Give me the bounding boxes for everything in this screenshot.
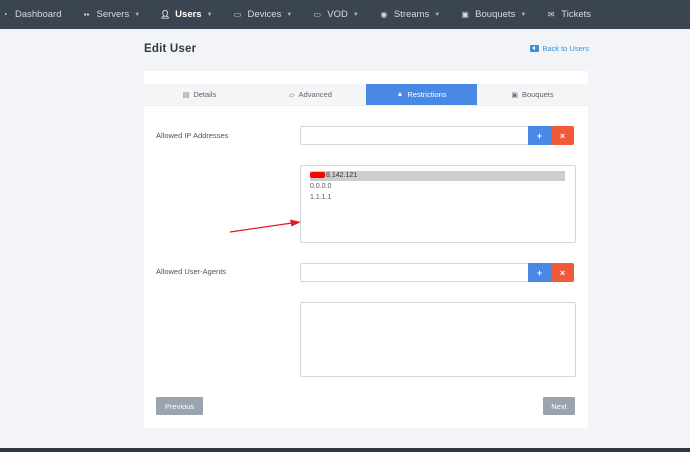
allowed-ip-input[interactable] (300, 126, 529, 145)
top-navbar: ◔ Dashboard ▪▪ Servers ▼ 👤︎ Users ▼ ▭ De… (0, 0, 690, 29)
allowed-user-agent-input[interactable] (300, 263, 529, 282)
tab-bouquets[interactable]: ▣ Bouquets (477, 84, 588, 105)
allowed-user-agents-label: Allowed User-Agents (156, 267, 227, 276)
dashboard-icon: ◔ (2, 10, 8, 19)
ip-list-item[interactable]: 0.0.0.0 (310, 182, 331, 192)
user-icon: 👤︎ (160, 10, 171, 19)
ip-list-item-label: 0.0.0.0 (310, 183, 332, 190)
chevron-down-icon: ▼ (286, 11, 293, 18)
nav-dashboard-label: Dashboard (15, 9, 62, 20)
tab-advanced[interactable]: ▱ Advanced (255, 84, 366, 105)
ip-list-item[interactable]: 1.1.1.1 (310, 193, 331, 203)
nav-vod-label: VOD (327, 9, 348, 20)
wizard-tabs: ▤ Details ▱ Advanced ▲ Restrictions ▣ Bo… (144, 84, 588, 106)
previous-button[interactable]: Previous (156, 397, 203, 415)
chevron-down-icon: ▼ (520, 11, 527, 18)
ip-list-item-label: 1.1.1.1 (310, 194, 332, 201)
folder-icon: ▱ (289, 91, 295, 99)
chevron-down-icon: ▼ (134, 11, 141, 18)
add-user-agent-button[interactable]: + (528, 263, 551, 282)
video-icon: ▭ (313, 10, 322, 19)
tab-details-label: Details (193, 90, 217, 99)
ip-list-item[interactable]: 8.142.121 (310, 171, 565, 181)
redaction-mark (310, 172, 325, 179)
allowed-user-agent-list[interactable] (300, 302, 576, 377)
back-link-label: Back to Users (542, 44, 589, 53)
bottom-bar (0, 448, 690, 452)
tab-bouquets-label: Bouquets (521, 90, 554, 99)
nav-users[interactable]: 👤︎ Users ▼ (150, 0, 222, 29)
nav-tickets[interactable]: ✉︎ Tickets (536, 0, 601, 29)
nav-users-label: Users (175, 9, 202, 20)
gift-icon: ▣ (511, 91, 518, 99)
nav-devices-label: Devices (247, 9, 282, 20)
tab-restrictions-label: Restrictions (407, 90, 447, 99)
allowed-ip-list[interactable]: 8.142.121 0.0.0.0 1.1.1.1 (300, 165, 576, 243)
nav-servers[interactable]: ▪▪ Servers ▼ (71, 0, 150, 29)
remove-ip-button[interactable]: × (551, 126, 574, 145)
close-icon: × (559, 267, 566, 278)
next-button[interactable]: Next (543, 397, 575, 415)
edit-user-card: ▤ Details ▱ Advanced ▲ Restrictions ▣ Bo… (144, 71, 588, 428)
close-icon: × (559, 130, 566, 141)
nav-devices[interactable]: ▭ Devices ▼ (223, 0, 303, 29)
warning-icon: ▲ (396, 91, 404, 98)
play-circle-icon: ◉ (380, 10, 388, 19)
tab-restrictions[interactable]: ▲ Restrictions (366, 84, 477, 105)
plus-icon: + (536, 267, 543, 278)
chevron-down-icon: ▼ (206, 11, 213, 18)
nav-servers-label: Servers (96, 9, 130, 20)
plus-icon: + (536, 130, 543, 141)
chevron-down-icon: ▼ (434, 11, 441, 18)
nav-tickets-label: Tickets (561, 9, 592, 20)
card-icon: ▤ (182, 91, 190, 99)
chevron-down-icon: ▼ (352, 11, 359, 18)
server-icon: ▪▪ (83, 10, 90, 19)
add-ip-button[interactable]: + (528, 126, 551, 145)
nav-streams[interactable]: ◉ Streams ▼ (369, 0, 450, 29)
remove-user-agent-button[interactable]: × (551, 263, 574, 282)
back-to-users-link[interactable]: Back to Users (530, 44, 589, 53)
nav-bouquets-label: Bouquets (475, 9, 516, 20)
nav-dashboard[interactable]: ◔ Dashboard (0, 0, 71, 29)
tab-details[interactable]: ▤ Details (144, 84, 255, 105)
nav-bouquets[interactable]: ▣ Bouquets ▼ (450, 0, 536, 29)
envelope-icon: ✉︎ (547, 10, 555, 19)
nav-streams-label: Streams (393, 9, 430, 20)
tab-advanced-label: Advanced (298, 90, 332, 99)
nav-vod[interactable]: ▭ VOD ▼ (302, 0, 369, 29)
ip-list-item-label: 8.142.121 (326, 172, 358, 179)
back-arrow-icon (530, 45, 540, 52)
allowed-ip-label: Allowed IP Addresses (156, 131, 229, 140)
page-title: Edit User (144, 43, 197, 55)
monitor-icon: ▭ (233, 10, 242, 19)
gift-icon: ▣ (461, 10, 469, 19)
